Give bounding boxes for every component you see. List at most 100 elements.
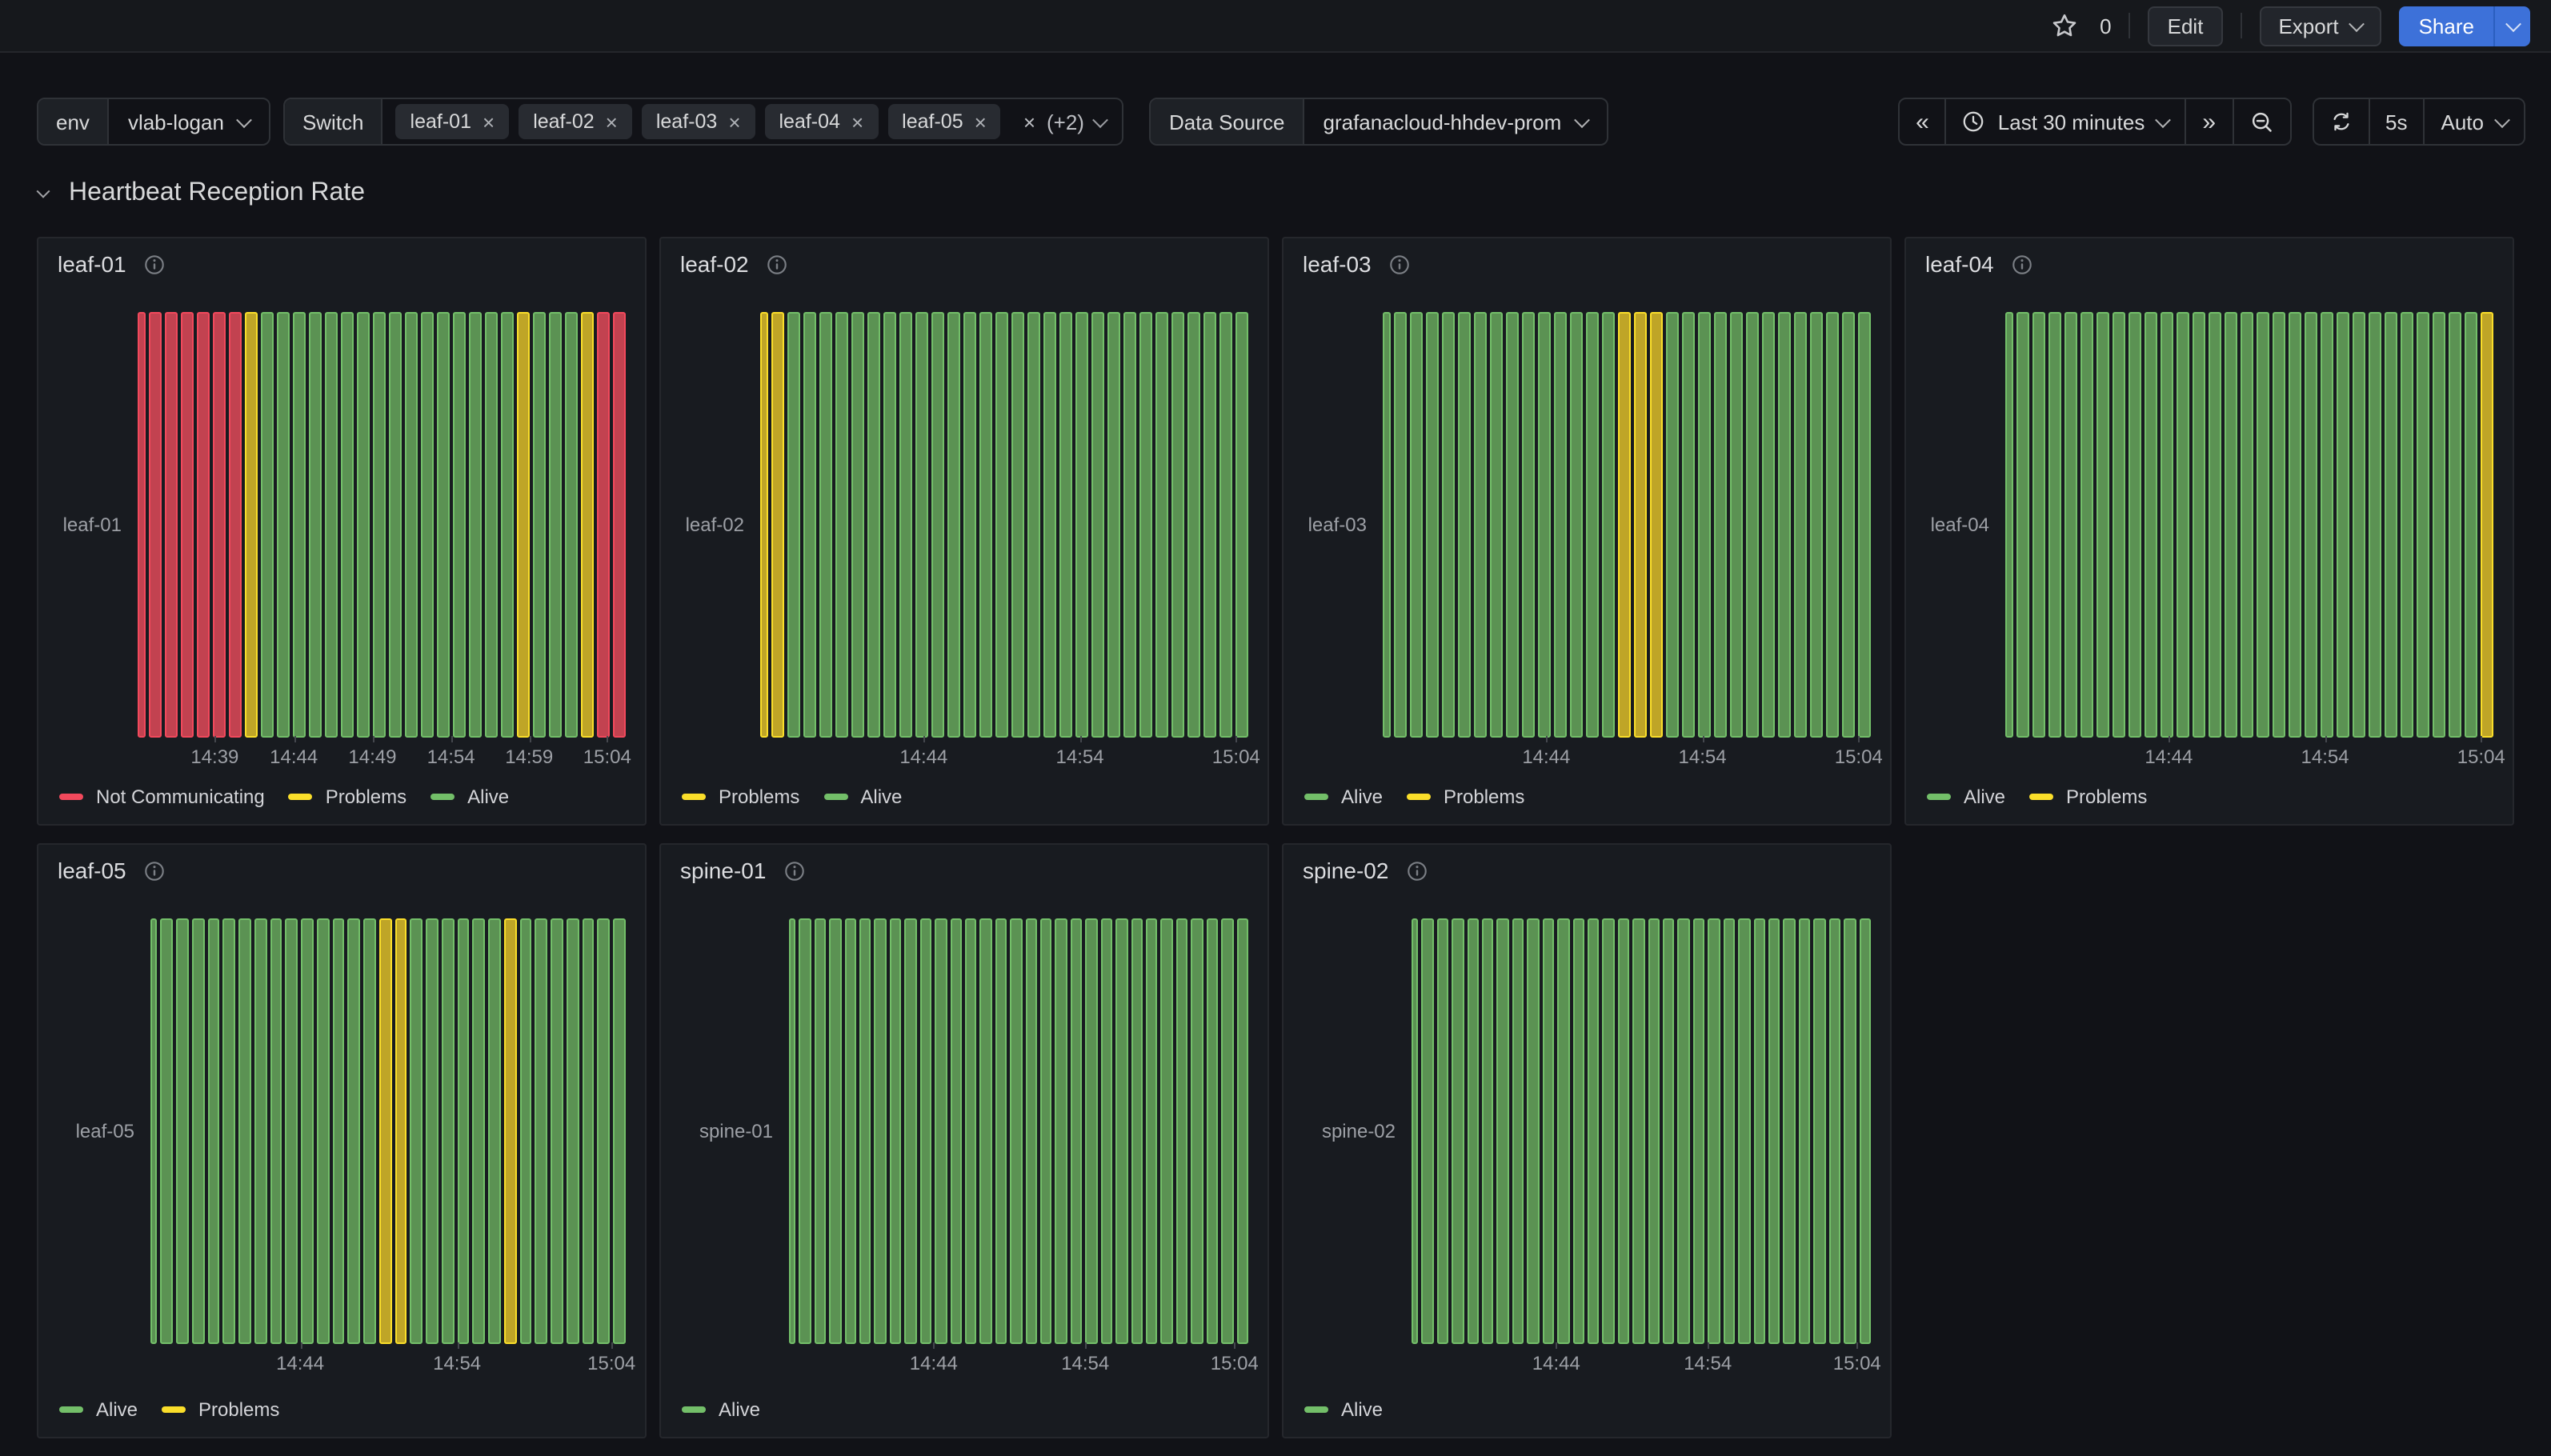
panel-legend: Alive <box>1304 1398 1383 1421</box>
status-bar-alive <box>1467 918 1479 1344</box>
time-range-picker[interactable]: Last 30 minutes <box>1945 99 2185 144</box>
x-axis-tick <box>2169 736 2170 742</box>
panel-header[interactable]: spine-01 <box>680 858 804 883</box>
status-bar-alive <box>883 312 895 738</box>
row-heartbeat-reception-rate[interactable]: Heartbeat Reception Rate <box>38 179 365 208</box>
info-icon <box>767 254 787 274</box>
switch-tag[interactable]: leaf-04× <box>765 104 879 139</box>
panel-header[interactable]: leaf-03 <box>1303 251 1410 277</box>
time-shift-forward-button[interactable]: » <box>2185 99 2232 144</box>
status-bar-alive <box>1828 918 1840 1344</box>
legend-marker <box>682 794 706 801</box>
status-bar-alive <box>2241 312 2253 738</box>
status-bar-alive <box>2016 312 2028 738</box>
legend-item[interactable]: Problems <box>162 1398 279 1421</box>
tag-remove-icon[interactable]: × <box>851 111 863 132</box>
panel-leaf-03: leaf-03leaf-0314:4414:5415:04AliveProble… <box>1282 237 1892 826</box>
legend-item[interactable]: Alive <box>1927 786 2005 808</box>
switch-tag[interactable]: leaf-02× <box>519 104 632 139</box>
x-axis-tick <box>1080 736 1082 742</box>
refresh-mode-label: Auto <box>2441 110 2485 134</box>
status-bar-alive <box>1115 918 1127 1344</box>
status-bar-alive <box>1027 312 1040 738</box>
status-bar-alive <box>890 918 902 1344</box>
panel-header[interactable]: leaf-02 <box>680 251 787 277</box>
panel-legend: Alive <box>682 1398 760 1421</box>
status-bar-alive <box>260 312 273 738</box>
tag-remove-icon[interactable]: × <box>606 111 618 132</box>
switch-tag[interactable]: leaf-03× <box>642 104 755 139</box>
panel-header[interactable]: spine-02 <box>1303 858 1427 883</box>
switch-overflow-dropdown[interactable]: × (+2) <box>1014 110 1123 134</box>
panel-header[interactable]: leaf-01 <box>58 251 165 277</box>
x-axis-tick <box>1859 736 1860 742</box>
env-value-dropdown[interactable]: vlab-logan <box>109 110 269 134</box>
legend-label: Alive <box>1341 1398 1383 1421</box>
status-bar-problems <box>244 312 257 738</box>
status-bar-problems <box>517 312 530 738</box>
x-axis-tick <box>214 736 216 742</box>
status-bar-alive <box>1603 918 1615 1344</box>
switch-tag[interactable]: leaf-05× <box>887 104 1001 139</box>
status-bar-alive <box>340 312 353 738</box>
x-axis: 14:4414:5415:04 <box>789 1344 1248 1379</box>
refresh-mode-dropdown[interactable]: Auto <box>2424 99 2525 144</box>
legend-item[interactable]: Problems <box>1407 786 1524 808</box>
status-bar-alive <box>1799 918 1811 1344</box>
status-history-plot <box>1412 918 1871 1344</box>
legend-item[interactable]: Not Communicating <box>59 786 265 808</box>
edit-button[interactable]: Edit <box>2149 6 2223 46</box>
status-bar-alive <box>995 918 1007 1344</box>
refresh-button[interactable] <box>2313 99 2368 144</box>
switch-label: Switch <box>285 99 383 144</box>
tag-remove-icon[interactable]: × <box>483 111 495 132</box>
tag-remove-icon[interactable]: × <box>975 111 987 132</box>
refresh-interval[interactable]: 5s <box>2368 99 2423 144</box>
legend-item[interactable]: Problems <box>289 786 406 808</box>
export-button[interactable]: Export <box>2259 6 2381 46</box>
datasource-value: grafanacloud-hhdev-prom <box>1324 110 1562 134</box>
star-button[interactable] <box>2047 8 2082 43</box>
switch-tag[interactable]: leaf-01× <box>396 104 510 139</box>
share-menu-button[interactable] <box>2493 6 2530 46</box>
status-bar-alive <box>919 918 931 1344</box>
status-bar-alive <box>935 918 947 1344</box>
status-bar-alive <box>787 312 799 738</box>
legend-item[interactable]: Alive <box>1304 786 1383 808</box>
status-bar-problems <box>504 918 517 1344</box>
legend-label: Alive <box>860 786 902 808</box>
panel-header[interactable]: leaf-04 <box>1925 251 2032 277</box>
datasource-control: Data Source grafanacloud-hhdev-prom <box>1150 98 1608 146</box>
panel-legend: Alive Problems <box>1927 786 2147 808</box>
status-bar-alive <box>1086 918 1098 1344</box>
panel-header[interactable]: leaf-05 <box>58 858 165 883</box>
env-variable-control: env vlab-logan <box>37 98 270 146</box>
status-bar-alive <box>1482 918 1494 1344</box>
share-button[interactable]: Share <box>2400 6 2530 46</box>
clear-all-icon[interactable]: × <box>1023 110 1035 134</box>
status-bar-alive <box>844 918 856 1344</box>
status-bar-alive <box>1663 918 1675 1344</box>
legend-item[interactable]: Problems <box>2029 786 2147 808</box>
status-bar-alive <box>426 918 439 1344</box>
legend-item[interactable]: Problems <box>682 786 799 808</box>
legend-item[interactable]: Alive <box>59 1398 138 1421</box>
status-bar-alive <box>1730 312 1743 738</box>
status-bar-alive <box>2192 312 2205 738</box>
legend-item[interactable]: Alive <box>1304 1398 1383 1421</box>
legend-item[interactable]: Alive <box>682 1398 760 1421</box>
y-axis-label: spine-02 <box>1284 918 1396 1344</box>
status-bar-alive <box>867 312 879 738</box>
status-bar-alive <box>789 918 796 1344</box>
x-axis: 14:4414:5415:04 <box>150 1344 626 1379</box>
legend-label: Problems <box>2066 786 2147 808</box>
zoom-out-button[interactable] <box>2232 99 2289 144</box>
legend-item[interactable]: Alive <box>823 786 902 808</box>
time-shift-back-button[interactable]: « <box>1900 99 1945 144</box>
legend-item[interactable]: Alive <box>431 786 509 808</box>
x-axis-tick-label: 14:54 <box>433 1352 481 1374</box>
status-bar-alive <box>1682 312 1695 738</box>
datasource-dropdown[interactable]: grafanacloud-hhdev-prom <box>1304 110 1607 134</box>
status-bar-not-communicating <box>228 312 241 738</box>
tag-remove-icon[interactable]: × <box>728 111 740 132</box>
